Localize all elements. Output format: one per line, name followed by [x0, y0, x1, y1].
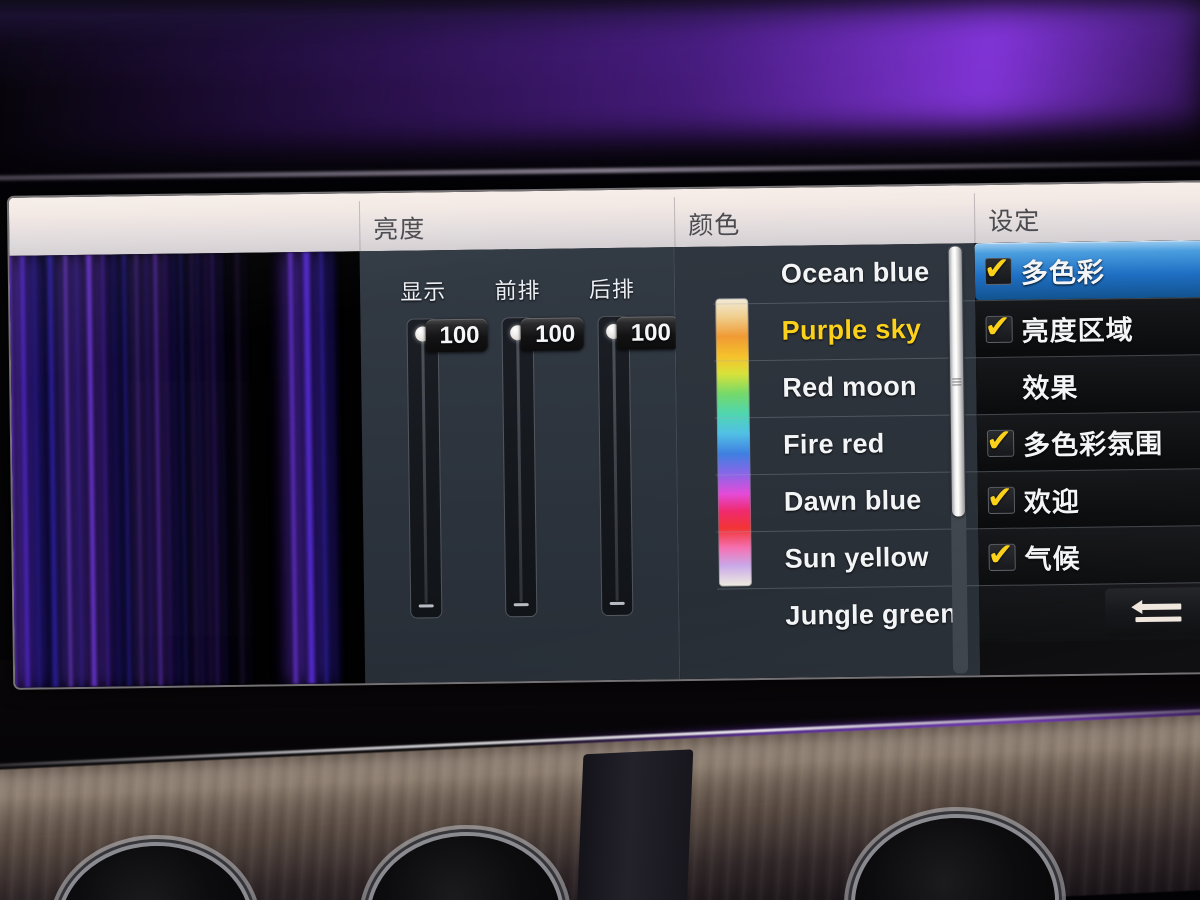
- settings-list-item-label: 欢迎: [1023, 486, 1081, 519]
- ambient-light-stripe: [17, 255, 33, 688]
- slider-min-tick: [418, 604, 434, 608]
- ambient-light-stripe: [235, 252, 245, 685]
- color-list-item[interactable]: Jungle green: [779, 585, 980, 645]
- checkmark-icon[interactable]: [986, 429, 1015, 457]
- slider-label-display: 显示: [400, 280, 447, 306]
- header-color[interactable]: 颜色: [674, 185, 975, 247]
- color-panel: Ocean blue Purple sky Red moon Fire red Dawn…: [674, 243, 981, 680]
- color-list-item[interactable]: Purple sky: [775, 300, 976, 360]
- settings-panel: 多色彩亮度区域效果多色彩氛围欢迎气候: [974, 240, 1200, 676]
- scrollbar-thumb[interactable]: [948, 246, 966, 517]
- brightness-sliders: 100 100 100: [360, 315, 680, 619]
- color-spectrum-bar[interactable]: [715, 298, 752, 587]
- brightness-slider-rear[interactable]: 100: [597, 315, 680, 617]
- color-list-item[interactable]: Sun yellow: [778, 528, 979, 588]
- ambient-light-stripe: [31, 255, 43, 688]
- slider-value-front: 100: [520, 317, 584, 352]
- ambient-light-stripe: [61, 255, 75, 688]
- settings-list-item-label: 气候: [1024, 543, 1081, 576]
- color-list-item[interactable]: Ocean blue: [775, 243, 976, 303]
- color-list-item-label: Dawn blue: [783, 484, 922, 517]
- settings-list-item[interactable]: 效果: [976, 354, 1200, 415]
- scrollbar-grip-icon: [952, 378, 962, 386]
- color-list-item[interactable]: Dawn blue: [778, 471, 979, 531]
- color-list-item[interactable]: Red moon: [776, 357, 977, 417]
- screen-body: 显示 前排 后排 100 100 100 Ocean blue Purple s…: [6, 240, 1200, 688]
- ambient-light-stripe: [227, 252, 236, 685]
- ambient-light-stripe: [99, 254, 112, 687]
- slider-track: [421, 335, 428, 604]
- ambient-light-stripe: [243, 252, 252, 685]
- checkmark-icon[interactable]: [984, 257, 1013, 286]
- ambient-light-stripe: [317, 251, 331, 684]
- color-list-item[interactable]: Fire red: [777, 414, 978, 474]
- checkmark-icon[interactable]: [987, 486, 1016, 514]
- header-settings[interactable]: 设定: [974, 182, 1200, 243]
- settings-list-item[interactable]: 多色彩氛围: [976, 411, 1200, 472]
- slider-label-front: 前排: [494, 278, 541, 305]
- color-list-item-label: Fire red: [782, 428, 885, 460]
- slider-value-display: 100: [425, 318, 488, 353]
- color-list-item-label: Ocean blue: [780, 256, 930, 289]
- color-list-item-label: Purple sky: [781, 313, 922, 346]
- settings-list-item[interactable]: 多色彩: [974, 240, 1200, 301]
- color-list-item-label: Sun yellow: [784, 541, 929, 574]
- ambient-light-stripe: [6, 255, 20, 688]
- ambient-light-stripe: [119, 254, 134, 687]
- ambient-light-preview: [6, 251, 366, 688]
- infotainment-screen: 亮度 颜色 设定 显示 前排 后排 100 100 100 Ocean blue…: [6, 182, 1200, 688]
- color-list-item-label: Jungle green: [785, 598, 958, 631]
- infotainment-display-bezel: 亮度 颜色 设定 显示 前排 后排 100 100 100 Ocean blue…: [6, 180, 1200, 690]
- brightness-panel: 显示 前排 后排 100 100 100: [359, 247, 681, 684]
- header-brightness-label: 亮度: [373, 214, 426, 245]
- settings-list-item-label: 多色彩氛围: [1022, 428, 1164, 462]
- color-list-item-label: Red moon: [782, 370, 917, 403]
- settings-list-item-label: 多色彩: [1020, 257, 1106, 290]
- ambient-light-stripe: [83, 254, 100, 687]
- slider-min-tick: [514, 603, 530, 607]
- ambient-light-stripe: [285, 252, 301, 685]
- settings-list-item-label: 亮度区域: [1021, 314, 1134, 348]
- ambient-light-stripe: [133, 254, 145, 687]
- checkmark-icon[interactable]: [985, 315, 1013, 343]
- slider-min-tick: [609, 601, 625, 606]
- car-interior-scene: 亮度 颜色 设定 显示 前排 后排 100 100 100 Ocean blue…: [0, 0, 1200, 900]
- settings-back-row: [978, 582, 1200, 643]
- header-brightness[interactable]: 亮度: [359, 189, 675, 251]
- checkmark-icon[interactable]: [988, 543, 1016, 571]
- header-color-label: 颜色: [688, 210, 741, 240]
- settings-list-item-label: 效果: [1022, 372, 1079, 405]
- brightness-slider-display[interactable]: 100: [406, 318, 488, 619]
- ambient-light-stripe: [219, 253, 229, 686]
- settings-list-item[interactable]: 气候: [978, 525, 1200, 586]
- settings-list: 多色彩亮度区域效果多色彩氛围欢迎气候: [974, 240, 1200, 586]
- slider-label-rear: 后排: [588, 277, 636, 304]
- ambient-light-stripe: [43, 255, 62, 688]
- header-preview: [7, 193, 360, 256]
- ambient-light-stripe: [299, 251, 319, 685]
- ambient-light-stripe: [73, 254, 85, 687]
- center-console-divider: [576, 749, 694, 900]
- brightness-slider-front[interactable]: 100: [501, 316, 584, 618]
- brightness-labels: 显示 前排 后排: [360, 271, 675, 307]
- back-arrow-icon: [1130, 598, 1185, 625]
- header-settings-label: 设定: [988, 206, 1041, 237]
- ambient-light-stripe: [151, 253, 165, 686]
- settings-list-item[interactable]: 欢迎: [977, 468, 1200, 529]
- slider-track: [612, 332, 619, 601]
- slider-track: [516, 334, 524, 603]
- slider-value-rear: 100: [616, 316, 680, 350]
- back-button[interactable]: [1105, 587, 1200, 637]
- settings-list-item[interactable]: 亮度区域: [975, 297, 1200, 358]
- ambient-light-stripe: [329, 251, 340, 684]
